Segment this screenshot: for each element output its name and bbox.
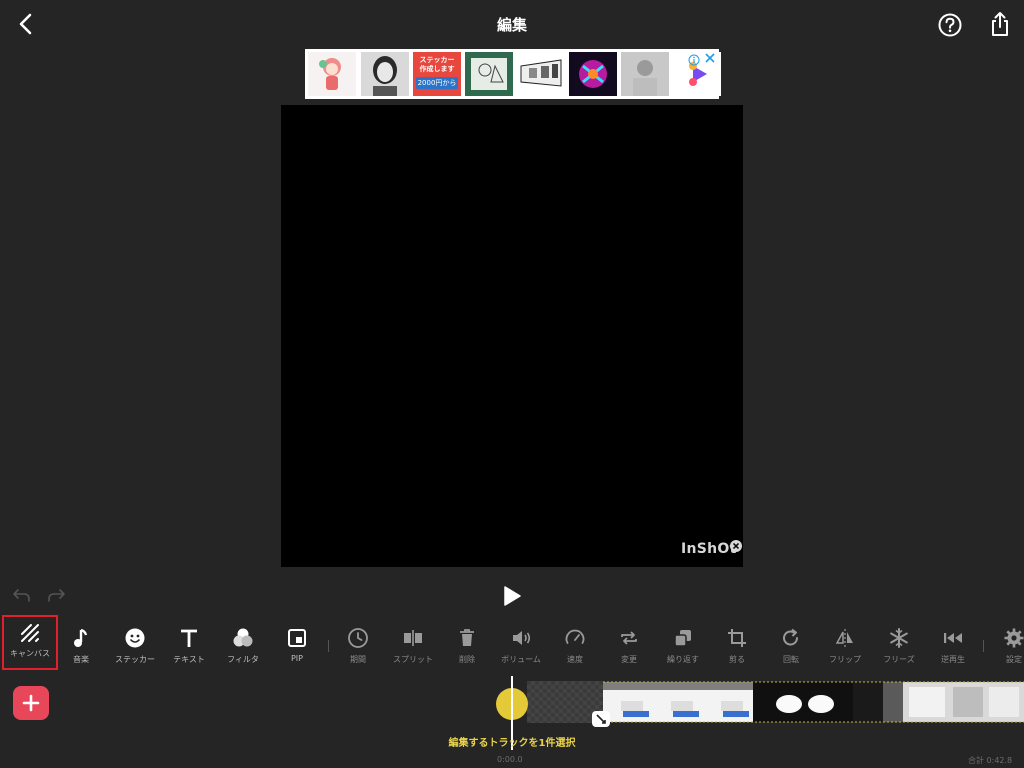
- crop-icon: [728, 629, 746, 647]
- tool-label: ボリューム: [501, 655, 541, 664]
- tool-label: テキスト: [173, 655, 205, 664]
- tool-label: 期間: [350, 655, 366, 664]
- snowflake-icon: [890, 628, 908, 648]
- ad-thumb-sticker[interactable]: ステッカー 作成します 2000円から: [413, 52, 461, 96]
- select-track-hint: 編集するトラックを1件選択: [448, 738, 576, 749]
- plus-icon: [22, 694, 40, 712]
- canvas-icon: [21, 624, 39, 642]
- trash-icon: [460, 629, 474, 646]
- tool-crop[interactable]: 剪る: [709, 622, 765, 668]
- tool-pip[interactable]: PIP: [269, 622, 325, 668]
- question-circle-icon: [938, 13, 962, 37]
- tool-label: フリーズ: [883, 655, 915, 664]
- redo-button[interactable]: [46, 586, 66, 604]
- tool-label: フィルタ: [227, 655, 259, 664]
- redo-icon: [48, 589, 65, 602]
- current-time: 0:00.0: [497, 755, 523, 764]
- tool-rotate[interactable]: 回転: [763, 622, 819, 668]
- ad-thumb-portrait[interactable]: [361, 52, 409, 96]
- ad-thumb-chalkboard[interactable]: [465, 52, 513, 96]
- add-clip-button[interactable]: [13, 686, 49, 720]
- clock-icon: [348, 628, 368, 648]
- filter-icon: [233, 628, 253, 647]
- tool-label: ステッカー: [115, 655, 155, 664]
- timeline-clip-track[interactable]: [603, 681, 1024, 723]
- volume-icon: [513, 631, 531, 645]
- tool-duration[interactable]: 期間: [330, 622, 386, 668]
- tool-settings[interactable]: 設定: [986, 622, 1024, 668]
- undo-icon: [13, 589, 30, 602]
- smiley-icon: [125, 628, 145, 648]
- tool-label: 変更: [621, 655, 637, 664]
- share-icon: [992, 12, 1008, 36]
- reverse-icon: [944, 633, 962, 643]
- toolbar-divider: [328, 640, 329, 652]
- ad-thumb-film[interactable]: [517, 52, 565, 96]
- watermark[interactable]: InShOt: [681, 541, 737, 557]
- video-preview[interactable]: [281, 105, 743, 567]
- tool-label: 設定: [1006, 655, 1022, 664]
- play-button[interactable]: [499, 584, 523, 608]
- tool-flip[interactable]: フリップ: [817, 622, 873, 668]
- tool-replace[interactable]: 変更: [601, 622, 657, 668]
- tool-volume[interactable]: ボリューム: [493, 622, 549, 668]
- ad-thumb-neon[interactable]: [569, 52, 617, 96]
- tool-label: 回転: [783, 655, 799, 664]
- tool-delete[interactable]: 削除: [439, 622, 495, 668]
- ad-thumb-man[interactable]: [621, 52, 669, 96]
- undo-button[interactable]: [12, 586, 32, 604]
- speedometer-icon: [565, 629, 585, 644]
- tool-filter[interactable]: フィルタ: [215, 622, 271, 668]
- tool-sticker[interactable]: ステッカー: [107, 622, 163, 668]
- help-button[interactable]: [937, 12, 963, 38]
- tool-split[interactable]: スプリット: [385, 622, 441, 668]
- ad-banner[interactable]: ステッカー 作成します 2000円から: [305, 49, 721, 99]
- ad-thumb-anime[interactable]: [308, 52, 356, 96]
- transition-icon: [596, 714, 606, 724]
- tool-speed[interactable]: 速度: [547, 622, 603, 668]
- toolbar-divider: [983, 640, 984, 652]
- music-note-icon: [74, 628, 88, 647]
- replace-icon: [621, 631, 637, 645]
- tool-label: 速度: [567, 655, 583, 664]
- gear-icon: [1004, 628, 1024, 648]
- page-title: 編集: [496, 16, 527, 34]
- tool-label: 剪る: [729, 655, 745, 664]
- tool-reverse[interactable]: 逆再生: [925, 622, 981, 668]
- tool-music[interactable]: 音楽: [53, 622, 109, 668]
- tool-label: 削除: [459, 655, 475, 664]
- tool-freeze[interactable]: フリーズ: [871, 622, 927, 668]
- watermark-close-icon[interactable]: [730, 537, 742, 552]
- close-icon[interactable]: [703, 50, 717, 64]
- share-button[interactable]: [987, 10, 1013, 38]
- duplicate-icon: [674, 630, 691, 647]
- split-icon: [404, 630, 422, 646]
- tool-label: PIP: [290, 654, 303, 663]
- transition-button[interactable]: [592, 711, 610, 727]
- total-duration: 合計 0:42.8: [968, 756, 1013, 765]
- tool-label: 逆再生: [941, 655, 965, 664]
- tool-label: フリップ: [829, 655, 861, 664]
- flip-icon: [835, 629, 853, 647]
- tool-label: キャンバス: [10, 649, 50, 658]
- play-icon: [504, 586, 521, 606]
- tool-label: 繰り返す: [667, 655, 699, 664]
- rotate-icon: [783, 628, 798, 646]
- tool-label: スプリット: [393, 655, 433, 664]
- tool-canvas[interactable]: キャンバス: [2, 615, 58, 670]
- info-icon[interactable]: [688, 51, 700, 66]
- tool-duplicate[interactable]: 繰り返す: [655, 622, 711, 668]
- pip-icon: [288, 629, 306, 647]
- tool-label: 音楽: [73, 655, 89, 664]
- text-icon: [181, 629, 197, 647]
- tool-text[interactable]: テキスト: [161, 622, 217, 668]
